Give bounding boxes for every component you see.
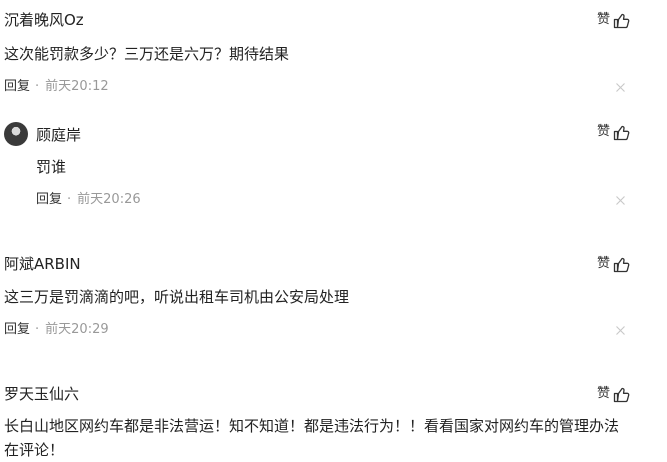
- comment-username[interactable]: 阿斌ARBIN: [4, 254, 81, 274]
- like-label: 赞: [596, 12, 610, 27]
- reply-button[interactable]: 回复: [4, 79, 30, 94]
- reply-button[interactable]: 回复: [4, 322, 30, 337]
- separator-dot: ·: [35, 322, 40, 337]
- close-icon[interactable]: [616, 83, 625, 92]
- close-icon[interactable]: [616, 196, 625, 205]
- comment-username[interactable]: 顾庭岸: [36, 125, 81, 145]
- comment-4: 罗天玉仙六 赞 长白山地区网约车都是非法营运！知不知道！都是违法行为！！看看国家…: [0, 384, 667, 461]
- comment-time: 前天20:12: [45, 79, 109, 94]
- like-button[interactable]: 赞: [597, 255, 630, 273]
- like-label: 赞: [596, 386, 610, 401]
- comment-meta: 回复 · 前天20:12: [4, 78, 109, 96]
- reply-button[interactable]: 回复: [36, 192, 62, 207]
- thumbs-up-icon: [613, 124, 630, 141]
- comment-2: 顾庭岸 赞 罚谁 回复 · 前天20:26: [0, 122, 667, 214]
- comment-username[interactable]: 沉着晚风Oz: [4, 10, 84, 30]
- thumbs-up-icon: [613, 386, 630, 403]
- comment-text: 这三万是罚滴滴的吧，听说出租车司机由公安局处理: [4, 288, 350, 306]
- comment-meta: 回复 · 前天20:26: [36, 191, 141, 209]
- close-icon[interactable]: [616, 326, 625, 335]
- comment-text: 这次能罚款多少？三万还是六万？期待结果: [4, 45, 290, 63]
- like-button[interactable]: 赞: [597, 11, 630, 29]
- like-button[interactable]: 赞: [597, 385, 630, 403]
- like-label: 赞: [596, 256, 610, 271]
- comment-text: 长白山地区网约车都是非法营运！知不知道！都是违法行为！！看看国家对网约车的管理办…: [4, 417, 620, 459]
- comment-1: 沉着晚风Oz 赞 这次能罚款多少？三万还是六万？期待结果 回复 · 前天20:12: [0, 10, 667, 102]
- like-label: 赞: [596, 124, 610, 139]
- comment-3: 阿斌ARBIN 赞 这三万是罚滴滴的吧，听说出租车司机由公安局处理 回复 · 前天2…: [0, 254, 667, 346]
- separator-dot: ·: [35, 79, 40, 94]
- comment-meta: 回复 · 前天20:29: [4, 321, 109, 339]
- thumbs-up-icon: [613, 12, 630, 29]
- comment-text: 罚谁: [36, 158, 67, 176]
- avatar[interactable]: [4, 122, 28, 146]
- comment-username[interactable]: 罗天玉仙六: [4, 384, 79, 404]
- separator-dot: ·: [67, 192, 72, 207]
- comment-time: 前天20:26: [77, 192, 141, 207]
- comment-time: 前天20:29: [45, 322, 109, 337]
- like-button[interactable]: 赞: [597, 123, 630, 141]
- thumbs-up-icon: [613, 256, 630, 273]
